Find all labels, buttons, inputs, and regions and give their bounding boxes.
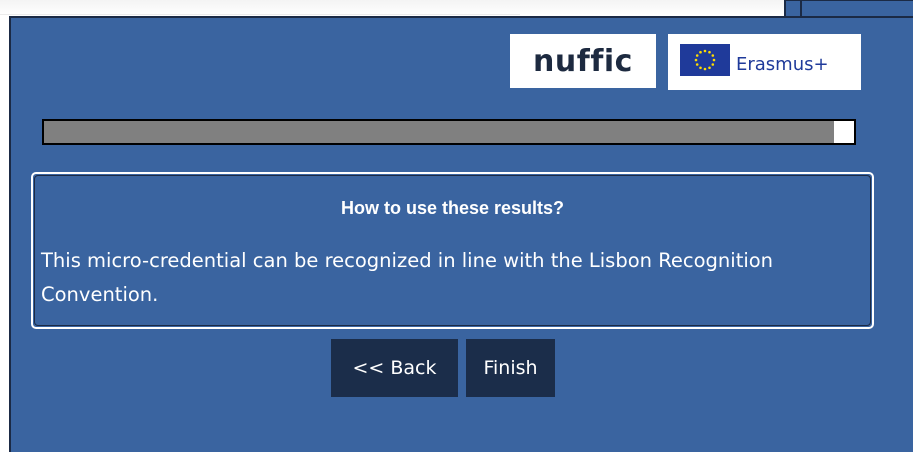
finish-button[interactable]: Finish <box>466 339 555 397</box>
results-text: This micro-credential can be recognized … <box>41 249 774 306</box>
back-button[interactable]: << Back <box>331 339 458 397</box>
eu-flag-icon <box>680 44 730 76</box>
nuffic-logo-text: nuffic <box>533 43 633 79</box>
top-strip <box>0 0 913 16</box>
corner-tab <box>784 0 913 17</box>
top-strip-decoration <box>0 0 520 15</box>
erasmus-plus-logo-text: Erasmus+ <box>736 54 829 75</box>
eu-stars-icon <box>694 49 716 71</box>
results-info-box: How to use these results? This micro-cre… <box>31 172 874 329</box>
nuffic-logo: nuffic <box>510 34 656 88</box>
results-title: How to use these results? <box>340 198 565 218</box>
progress-bar <box>42 119 856 145</box>
corner-tab-notch <box>800 1 802 17</box>
progress-bar-fill <box>44 121 834 143</box>
erasmus-plus-logo: Erasmus+ <box>668 34 861 90</box>
